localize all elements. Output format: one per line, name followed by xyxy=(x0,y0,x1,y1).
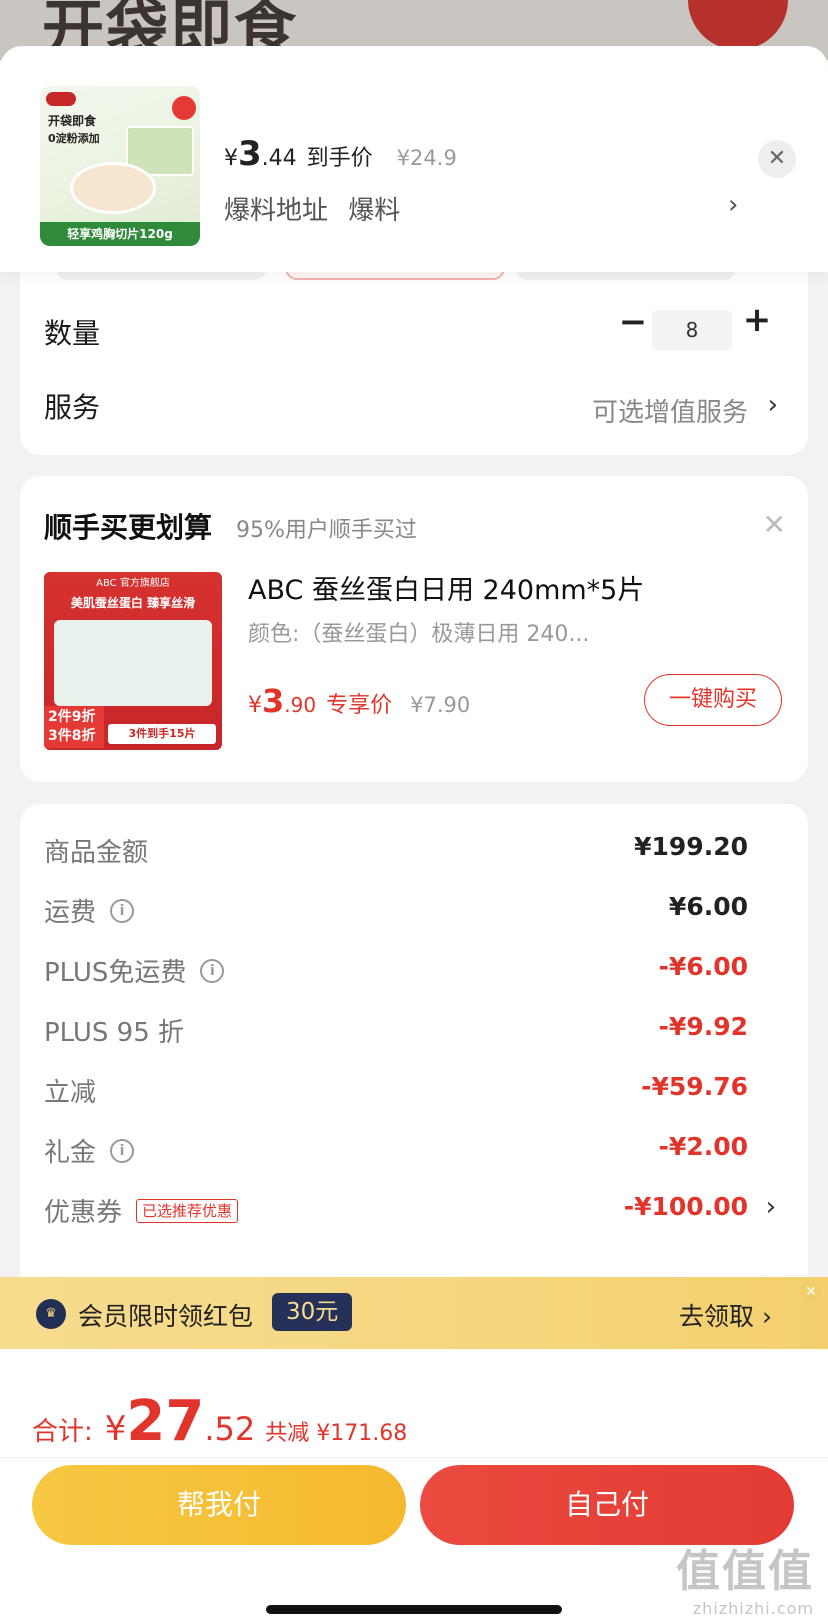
tip-link[interactable]: 爆料地址 爆料 xyxy=(224,190,412,227)
product-header: 开袋即食 0淀粉添加 轻享鸡胸切片120g ¥ 3 .44 到手价 ¥24.9 … xyxy=(0,46,828,272)
close-icon[interactable]: ✕ xyxy=(800,1281,822,1303)
upsell-image-bottom: 3件到手15片 xyxy=(108,724,216,744)
upsell-title: 顺手买更划算 xyxy=(44,511,213,544)
fee-row-plus-discount: PLUS 95 折 -¥9.92 xyxy=(44,1012,768,1052)
thumb-bar: 轻享鸡胸切片120g xyxy=(40,222,200,246)
fee-row-coupon[interactable]: 优惠券 已选推荐优惠 -¥100.00 › xyxy=(44,1192,776,1232)
coupon-tag: 已选推荐优惠 xyxy=(136,1198,239,1223)
one-click-buy-button[interactable]: 一键购买 xyxy=(644,674,782,726)
thumb-plate xyxy=(70,162,156,214)
help-pay-button[interactable]: 帮我付 xyxy=(32,1465,406,1545)
checkout-bar: 合计: ¥ 27 .52 共减 ¥171.68 帮我付 自己付 值值值 zhiz… xyxy=(0,1349,828,1624)
product-price: ¥ 3 .44 到手价 ¥24.9 xyxy=(224,134,457,174)
watermark-url: zhizhizhi.com xyxy=(692,1599,814,1618)
upsell-card: 顺手买更划算 95%用户顺手买过 ✕ ABC 官方旗舰店 美肌蚕丝蛋白 臻享丝滑… xyxy=(20,476,808,782)
price-label: 到手价 xyxy=(306,146,373,171)
watermark-logo: 值值值 xyxy=(676,1546,814,1597)
chevron-right-icon[interactable]: › xyxy=(766,1192,776,1222)
quantity-input[interactable]: 8 xyxy=(652,310,732,350)
product-thumbnail: 开袋即食 0淀粉添加 轻享鸡胸切片120g xyxy=(40,86,200,246)
thumb-line1: 开袋即食 xyxy=(48,114,97,128)
fee-card: 商品金额 ¥199.20 运费 i ¥6.00 PLUS免运费 i -¥6.00 P… xyxy=(20,804,808,1324)
order-total: 合计: ¥ 27 .52 共减 ¥171.68 xyxy=(32,1389,407,1454)
price-label: 专享价 xyxy=(326,693,393,718)
price-integer: 3 xyxy=(238,134,262,174)
member-banner[interactable]: ♛ 会员限时领红包 30元 去领取 › ✕ xyxy=(0,1277,828,1349)
upsell-image-headline: 美肌蚕丝蛋白 臻享丝滑 xyxy=(70,596,196,610)
chevron-right-icon[interactable]: › xyxy=(728,190,738,220)
total-integer: 27 xyxy=(126,1389,205,1454)
claim-button[interactable]: 去领取 › xyxy=(679,1297,772,1333)
fee-row-gift: 礼金 i -¥2.00 xyxy=(44,1132,768,1172)
total-label: 合计: xyxy=(32,1417,93,1447)
fee-label: PLUS 95 折 xyxy=(44,1018,185,1048)
fee-row-instant-discount: 立减 -¥59.76 xyxy=(44,1072,768,1112)
fee-value: ¥6.00 xyxy=(668,892,748,921)
close-icon[interactable]: ✕ xyxy=(758,140,796,178)
upsell-price: ¥ 3 .90 专享价 ¥7.90 xyxy=(248,682,470,720)
fee-value: -¥6.00 xyxy=(658,952,748,981)
total-currency: ¥ xyxy=(104,1409,127,1449)
fee-label: 运费 xyxy=(44,898,97,928)
upsell-product-name[interactable]: ABC 蚕丝蛋白日用 240mm*5片 xyxy=(248,568,644,607)
fee-value: ¥199.20 xyxy=(634,832,748,861)
price-currency: ¥ xyxy=(224,146,238,171)
fee-row-goods: 商品金额 ¥199.20 xyxy=(44,832,768,872)
thumb-line2: 0淀粉添加 xyxy=(48,132,100,145)
watermark: 值值值 zhizhizhi.com xyxy=(676,1535,814,1618)
original-price: ¥7.90 xyxy=(410,693,471,717)
fee-value: -¥59.76 xyxy=(641,1072,748,1101)
banner-text: 会员限时领红包 xyxy=(78,1302,254,1331)
info-icon[interactable]: i xyxy=(200,958,225,983)
price-decimal: .44 xyxy=(261,146,297,171)
tip-address: 爆料地址 xyxy=(224,196,329,226)
upsell-image-store: ABC 官方旗舰店 xyxy=(96,578,170,589)
fee-label: 商品金额 xyxy=(44,838,149,868)
chevron-right-icon[interactable]: › xyxy=(768,390,778,420)
fee-row-shipping: 运费 i ¥6.00 xyxy=(44,892,768,932)
home-indicator[interactable] xyxy=(266,1605,562,1614)
brand-logo xyxy=(46,92,76,106)
info-icon[interactable]: i xyxy=(110,898,135,923)
price-decimal: .90 xyxy=(284,693,317,717)
info-icon[interactable]: i xyxy=(110,1138,135,1163)
background-badge xyxy=(688,0,788,50)
upsell-image-discount: 2件9折 3件8折 xyxy=(44,706,104,748)
total-savings: 共减 ¥171.68 xyxy=(265,1421,408,1446)
service-label: 服务 xyxy=(44,391,101,424)
fee-label: 礼金 xyxy=(44,1138,97,1168)
fee-label: 立减 xyxy=(44,1078,97,1108)
fee-row-plus-shipping: PLUS免运费 i -¥6.00 xyxy=(44,952,768,992)
crown-icon: ♛ xyxy=(36,1299,66,1329)
thumb-tag xyxy=(172,96,196,120)
original-price: ¥24.9 xyxy=(396,146,457,170)
service-value[interactable]: 可选增值服务 xyxy=(592,392,748,429)
close-icon[interactable]: ✕ xyxy=(763,508,786,541)
quantity-minus-button[interactable]: − xyxy=(618,302,648,342)
upsell-product-image[interactable]: ABC 官方旗舰店 美肌蚕丝蛋白 臻享丝滑 2件9折 3件8折 3件到手15片 xyxy=(44,572,222,750)
fee-value: -¥100.00 xyxy=(623,1192,748,1221)
upsell-product-spec: 颜色:（蚕丝蛋白）极薄日用 240... xyxy=(248,622,590,647)
upsell-subtitle: 95%用户顺手买过 xyxy=(236,518,417,543)
fee-value: -¥9.92 xyxy=(658,1012,748,1041)
divider xyxy=(0,1457,828,1458)
fee-label: 优惠券 xyxy=(44,1198,123,1228)
upsell-discount-2: 2件9折 xyxy=(48,709,96,725)
price-integer: 3 xyxy=(262,682,285,720)
fee-label: PLUS免运费 xyxy=(44,958,187,988)
self-pay-button[interactable]: 自己付 xyxy=(420,1465,794,1545)
upsell-discount-3: 3件8折 xyxy=(48,728,96,744)
price-currency: ¥ xyxy=(248,693,262,718)
total-decimal: .52 xyxy=(204,1410,256,1448)
quantity-plus-button[interactable]: + xyxy=(742,300,772,340)
upsell-image-product xyxy=(54,620,212,706)
tip-label: 爆料 xyxy=(348,196,401,226)
fee-value: -¥2.00 xyxy=(658,1132,748,1161)
banner-amount: 30元 xyxy=(272,1293,353,1331)
quantity-label: 数量 xyxy=(44,317,101,350)
